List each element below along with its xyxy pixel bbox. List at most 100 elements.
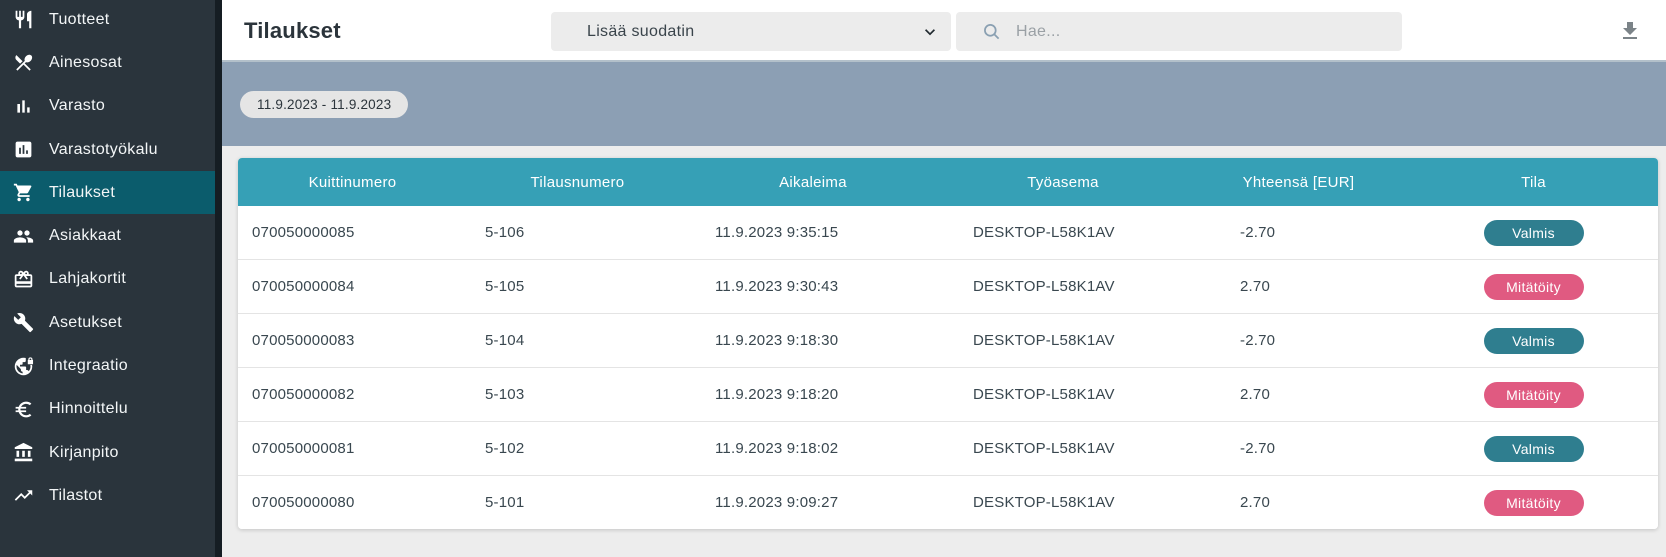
table-row[interactable]: 070050000083 5-104 11.9.2023 9:18:30 DES…	[238, 313, 1658, 367]
cell-aikaleima: 11.9.2023 9:18:30	[688, 332, 938, 349]
sidebar-item-label: Asiakkaat	[49, 227, 121, 245]
add-filter-dropdown-label: Lisää suodatin	[587, 23, 694, 41]
cell-aikaleima: 11.9.2023 9:18:02	[688, 440, 938, 457]
sidebar-item-varasto[interactable]: Varasto	[0, 85, 215, 128]
cell-yhteensa: 2.70	[1188, 494, 1409, 511]
status-badge: Mitätöity	[1484, 382, 1584, 408]
filter-band: 11.9.2023 - 11.9.2023	[222, 62, 1666, 146]
cell-tyoasema: DESKTOP-L58K1AV	[938, 386, 1188, 403]
gift-card-icon	[13, 269, 34, 290]
column-header: Yhteensä [EUR]	[1188, 174, 1409, 191]
search-box	[956, 12, 1402, 51]
globe-lock-icon	[13, 356, 34, 377]
sidebar-item-label: Varasto	[49, 97, 105, 115]
status-badge: Valmis	[1484, 328, 1584, 354]
sidebar-item-kirjanpito[interactable]: Kirjanpito	[0, 431, 215, 474]
sidebar-item-tilastot[interactable]: Tilastot	[0, 474, 215, 517]
sidebar-item-asiakkaat[interactable]: Asiakkaat	[0, 214, 215, 257]
sidebar-item-label: Tilaukset	[49, 184, 115, 202]
table-row[interactable]: 070050000085 5-106 11.9.2023 9:35:15 DES…	[238, 206, 1658, 259]
table-row[interactable]: 070050000084 5-105 11.9.2023 9:30:43 DES…	[238, 259, 1658, 313]
cell-yhteensa: 2.70	[1188, 386, 1409, 403]
search-input[interactable]	[1014, 22, 1402, 42]
cell-yhteensa: -2.70	[1188, 332, 1409, 349]
cell-kuittinumero: 070050000084	[238, 278, 467, 295]
cell-tyoasema: DESKTOP-L58K1AV	[938, 332, 1188, 349]
cell-tyoasema: DESKTOP-L58K1AV	[938, 224, 1188, 241]
table-body: 070050000085 5-106 11.9.2023 9:35:15 DES…	[238, 206, 1658, 529]
restaurant-icon	[13, 9, 34, 30]
cell-aikaleima: 11.9.2023 9:35:15	[688, 224, 938, 241]
sidebar-item-integraatio[interactable]: Integraatio	[0, 344, 215, 387]
cell-tilausnumero: 5-104	[467, 332, 688, 349]
page-title: Tilaukset	[244, 18, 341, 44]
cell-yhteensa: -2.70	[1188, 224, 1409, 241]
sidebar-item-label: Kirjanpito	[49, 444, 119, 462]
search-icon	[982, 22, 1001, 41]
cell-tilausnumero: 5-101	[467, 494, 688, 511]
cell-aikaleima: 11.9.2023 9:18:20	[688, 386, 938, 403]
sidebar-item-label: Asetukset	[49, 314, 122, 332]
table-row[interactable]: 070050000080 5-101 11.9.2023 9:09:27 DES…	[238, 475, 1658, 529]
date-range-chip[interactable]: 11.9.2023 - 11.9.2023	[240, 91, 408, 118]
sidebar-item-asetukset[interactable]: Asetukset	[0, 301, 215, 344]
status-badge: Mitätöity	[1484, 490, 1584, 516]
sidebar-item-label: Ainesosat	[49, 54, 122, 72]
table-header-row: KuittinumeroTilausnumeroAikaleimaTyöasem…	[238, 158, 1658, 206]
status-badge: Mitätöity	[1484, 274, 1584, 300]
utensils-crossed-icon	[13, 52, 34, 73]
cell-tilausnumero: 5-102	[467, 440, 688, 457]
sidebar-item-tilaukset[interactable]: Tilaukset	[0, 171, 215, 214]
sidebar-item-label: Tilastot	[49, 487, 102, 505]
people-icon	[13, 226, 34, 247]
main-area: Tilaukset Lisää suodatin	[222, 0, 1666, 557]
cell-tilausnumero: 5-106	[467, 224, 688, 241]
status-badge: Valmis	[1484, 436, 1584, 462]
cell-tila: Valmis	[1409, 328, 1658, 354]
sidebar-item-label: Lahjakortit	[49, 270, 126, 288]
cell-tila: Mitätöity	[1409, 490, 1658, 516]
status-badge: Valmis	[1484, 220, 1584, 246]
cell-aikaleima: 11.9.2023 9:09:27	[688, 494, 938, 511]
column-header: Aikaleima	[688, 174, 938, 191]
cell-tyoasema: DESKTOP-L58K1AV	[938, 440, 1188, 457]
sidebar-item-label: Varastotyökalu	[49, 141, 158, 159]
column-header: Työasema	[938, 174, 1188, 191]
cell-tyoasema: DESKTOP-L58K1AV	[938, 494, 1188, 511]
cell-yhteensa: -2.70	[1188, 440, 1409, 457]
orders-table-card: KuittinumeroTilausnumeroAikaleimaTyöasem…	[238, 158, 1658, 529]
bar-chart-icon	[13, 96, 34, 117]
column-header: Tilausnumero	[467, 174, 688, 191]
sidebar-item-hinnoittelu[interactable]: Hinnoittelu	[0, 388, 215, 431]
wrench-icon	[13, 312, 34, 333]
sidebar: Tuotteet Ainesosat Varasto Varastotyökal…	[0, 0, 222, 557]
cell-yhteensa: 2.70	[1188, 278, 1409, 295]
assessment-icon	[13, 139, 34, 160]
sidebar-item-label: Integraatio	[49, 357, 128, 375]
table-row[interactable]: 070050000082 5-103 11.9.2023 9:18:20 DES…	[238, 367, 1658, 421]
cell-kuittinumero: 070050000083	[238, 332, 467, 349]
app-window: Tuotteet Ainesosat Varasto Varastotyökal…	[0, 0, 1666, 557]
add-filter-dropdown[interactable]: Lisää suodatin	[551, 12, 951, 51]
sidebar-scrollbar[interactable]	[215, 0, 222, 557]
cell-tila: Valmis	[1409, 220, 1658, 246]
cell-kuittinumero: 070050000085	[238, 224, 467, 241]
cell-tila: Mitätöity	[1409, 274, 1658, 300]
sidebar-item-ainesosat[interactable]: Ainesosat	[0, 41, 215, 84]
cell-kuittinumero: 070050000082	[238, 386, 467, 403]
table-row[interactable]: 070050000081 5-102 11.9.2023 9:18:02 DES…	[238, 421, 1658, 475]
sidebar-item-label: Tuotteet	[49, 11, 110, 29]
cell-aikaleima: 11.9.2023 9:30:43	[688, 278, 938, 295]
topbar: Tilaukset Lisää suodatin	[222, 0, 1666, 62]
sidebar-item-varastotyokalu[interactable]: Varastotyökalu	[0, 128, 215, 171]
sidebar-item-label: Hinnoittelu	[49, 400, 128, 418]
euro-icon	[13, 399, 34, 420]
cart-icon	[13, 182, 34, 203]
download-button[interactable]	[1618, 19, 1644, 45]
sidebar-item-lahjakortit[interactable]: Lahjakortit	[0, 258, 215, 301]
column-header: Tila	[1409, 174, 1658, 191]
cell-kuittinumero: 070050000080	[238, 494, 467, 511]
sidebar-item-tuotteet[interactable]: Tuotteet	[0, 0, 215, 41]
cell-tyoasema: DESKTOP-L58K1AV	[938, 278, 1188, 295]
cell-tila: Valmis	[1409, 436, 1658, 462]
